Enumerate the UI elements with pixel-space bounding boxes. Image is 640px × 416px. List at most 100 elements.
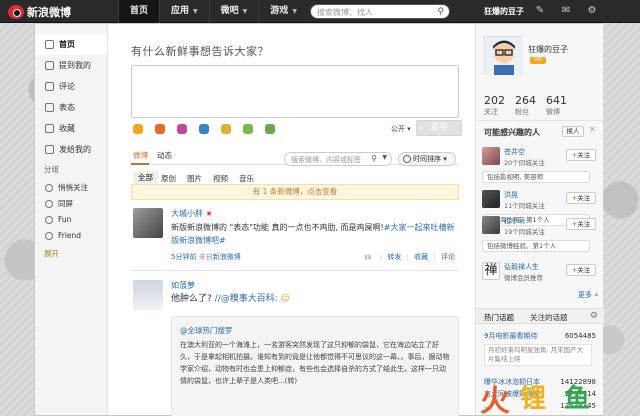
vip-badge[interactable]: VIP	[530, 57, 546, 64]
tab-underline	[131, 163, 149, 165]
edit-icon[interactable]: ✎	[534, 5, 546, 17]
filter-images[interactable]: 图片	[187, 173, 202, 184]
group-label: Friend	[58, 231, 82, 240]
sidebar-group-item[interactable]: Friend	[35, 228, 107, 244]
suggestions-title: 可能感兴趣的人	[484, 128, 540, 137]
suggestion-item: 禅 弘毅禅人生 微博会员推荐 +关注	[482, 262, 602, 286]
post-mention[interactable]: //@糗事大百科:	[215, 294, 278, 304]
main-nav: 首页 应用 ▼ 微吧 ▼ 游戏 ▼	[118, 0, 308, 23]
current-user-link[interactable]: 狂爆的豆子	[484, 0, 524, 23]
hot-topic-item[interactable]: 9月电影最看期待 6054485	[484, 330, 600, 342]
search-icon[interactable]: ⚲	[371, 154, 377, 163]
tag-icon	[45, 200, 53, 208]
suggestion-name[interactable]: 弘毅禅人生	[504, 262, 539, 272]
nav-weiba[interactable]: 微吧 ▼	[208, 0, 259, 23]
post-author[interactable]: 如蒗萝	[171, 280, 195, 291]
post-time[interactable]: 5分钟前	[171, 253, 196, 261]
follow-button[interactable]: +关注	[566, 149, 596, 161]
sidebar-item-home[interactable]: 首页	[35, 34, 107, 55]
filter-original[interactable]: 原创	[161, 173, 176, 184]
profile-stats: 202 关注 264 粉丝 641 微博	[484, 94, 567, 117]
weibo-logo[interactable]: 新浪微博	[8, 4, 71, 19]
tab-hot-topics[interactable]: 热门话题	[484, 312, 514, 323]
topic-icon[interactable]	[221, 124, 231, 134]
suggestion-name[interactable]: 苍井空	[504, 147, 525, 157]
avatar[interactable]	[482, 147, 500, 165]
close-icon[interactable]: ✕	[589, 125, 596, 134]
follow-label: 关注	[577, 151, 591, 159]
profile-avatar[interactable]	[484, 36, 523, 75]
profile-name[interactable]: 狂爆的豆子	[528, 44, 568, 55]
stat-number: 641	[546, 94, 567, 107]
avatar[interactable]	[482, 216, 500, 234]
vote-icon[interactable]	[243, 124, 253, 134]
follow-button[interactable]: +关注	[566, 192, 596, 204]
visibility-select[interactable]: 公开 ▾	[391, 124, 411, 134]
video-icon[interactable]	[177, 124, 187, 134]
follow-button[interactable]: +关注	[566, 264, 596, 276]
post-text: 他肿么了? //@糗事大百科: ☺	[171, 293, 456, 306]
gear-icon[interactable]: ⚙	[586, 5, 598, 17]
filter-music[interactable]: 音乐	[239, 173, 254, 184]
avatar[interactable]	[133, 280, 163, 310]
sidebar-item-messages[interactable]: 发给我的	[35, 139, 107, 160]
swap-suggestions-button[interactable]: 换人	[562, 126, 584, 137]
chevron-down-icon[interactable]: ▼	[382, 154, 387, 161]
thumb-icon[interactable]: ◖◗	[364, 253, 371, 261]
image-icon[interactable]	[155, 124, 165, 134]
sidebar-item-reactions[interactable]: 表态	[35, 97, 107, 118]
sidebar-item-favorites[interactable]: 收藏	[35, 118, 107, 139]
repost-button[interactable]: 转发	[387, 253, 401, 261]
emoji-icon[interactable]	[133, 124, 143, 134]
new-posts-notice[interactable]: 有 1 条新微博，点击查看	[131, 184, 459, 200]
feed-search-input[interactable]: 搜索微博、内容或标签 ⚲ ▼	[284, 152, 392, 166]
search-icon[interactable]: ⚲	[437, 7, 444, 17]
stat-followers[interactable]: 264 粉丝	[515, 94, 536, 117]
sidebar-item-comments[interactable]: 评论	[35, 76, 107, 97]
music-icon[interactable]	[199, 124, 209, 134]
tab-activity[interactable]: 动态	[157, 150, 172, 161]
tab-followed-topics[interactable]: 关注的话题	[530, 312, 568, 323]
more-suggestions-link[interactable]: 更多 »	[578, 290, 599, 300]
star-icon	[45, 124, 54, 133]
avatar[interactable]: 禅	[482, 262, 500, 280]
avatar[interactable]	[133, 208, 163, 238]
more-label: 更多	[578, 291, 592, 299]
logo-text: 新浪微博	[27, 5, 71, 19]
tab-weibo[interactable]: 微博	[133, 150, 148, 161]
suggestion-tag[interactable]: 包括微博经验、第1个人	[482, 240, 590, 252]
nav-apps[interactable]: 应用 ▼	[159, 0, 209, 23]
publish-button[interactable]: 发布	[416, 120, 462, 136]
post-source[interactable]: 新浪微博	[213, 253, 241, 261]
favorite-button[interactable]: 收藏	[414, 253, 428, 261]
suggestion-desc: 20个同城关注	[504, 159, 545, 167]
global-search-input[interactable]: 搜索微博、找人 ⚲	[310, 4, 450, 19]
nav-games[interactable]: 游戏 ▼	[258, 0, 308, 23]
sidebar-group-item[interactable]: 悄悄关注	[35, 180, 107, 196]
comment-button[interactable]: 评论	[441, 253, 455, 261]
repost-text: 在澳大利亚的一个海滩上，一名游客突然发现了这只抑郁的袋鼠，它在海边站立了好久，于…	[180, 341, 450, 385]
sidebar-group-item[interactable]: 同屏	[35, 196, 107, 212]
composer-prompt: 有什么新鲜事想告诉大家？	[131, 45, 269, 58]
suggestion-tag[interactable]: 包括影视明, 美容师	[482, 171, 590, 183]
sidebar-expand-link[interactable]: 展开	[35, 248, 107, 259]
post-author[interactable]: 大城小胖 ★	[171, 208, 213, 219]
suggestion-name[interactable]: 拉小萌	[504, 216, 525, 226]
sidebar-item-mentions[interactable]: 提到我的	[35, 55, 107, 76]
stat-posts[interactable]: 641 微博	[546, 94, 567, 117]
nav-home[interactable]: 首页	[118, 0, 160, 23]
sidebar-group-item[interactable]: Fun	[35, 212, 107, 228]
composer-textarea[interactable]	[131, 65, 459, 118]
gear-icon[interactable]: ⚙	[590, 311, 598, 321]
more-tools-icon[interactable]	[265, 124, 275, 134]
sort-dropdown[interactable]: 时间排序 ▾	[398, 152, 456, 166]
avatar[interactable]	[482, 190, 500, 208]
repost-author[interactable]: @全球热门搜罗	[180, 325, 233, 336]
filter-video[interactable]: 视频	[213, 173, 228, 184]
suggestion-name[interactable]: 洪晃	[504, 190, 518, 200]
mail-icon[interactable]: ✉	[560, 5, 572, 17]
stat-following[interactable]: 202 关注	[484, 94, 505, 117]
follow-button[interactable]: +关注	[566, 218, 596, 230]
filter-all[interactable]: 全部	[133, 171, 158, 184]
feed-tabs: 微博 动态 搜索微博、内容或标签 ⚲ ▼ 时间排序 ▾	[131, 150, 459, 166]
